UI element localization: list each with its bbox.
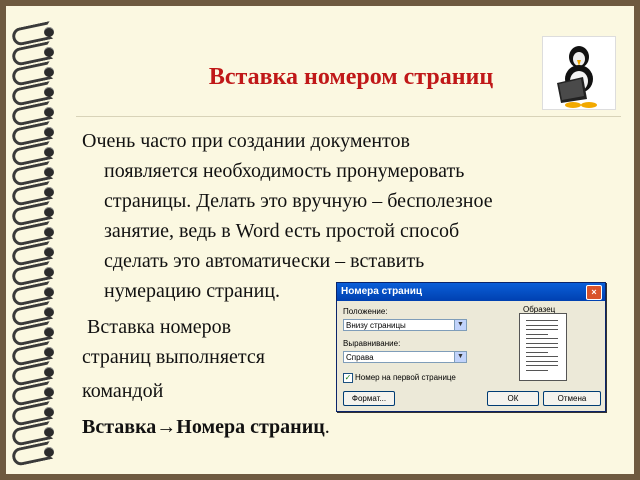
spiral-ring-icon — [8, 381, 60, 407]
paragraph-line: Очень часто при создании документов — [82, 130, 410, 152]
preview-line — [526, 329, 558, 330]
body-line: Вставка номеров — [82, 316, 232, 338]
preview-line — [526, 342, 558, 344]
spiral-ring-icon — [8, 21, 60, 47]
first-page-checkbox[interactable]: ✓ — [343, 373, 353, 383]
spiral-ring-icon — [8, 301, 60, 327]
intro-paragraph: Очень часто при создании документов появ… — [82, 126, 602, 306]
chevron-down-icon[interactable]: ▼ — [454, 320, 466, 330]
spiral-ring-icon — [8, 361, 60, 387]
spiral-ring-icon — [8, 221, 60, 247]
preview-line — [526, 351, 548, 353]
command-period: . — [324, 416, 330, 438]
spiral-ring-icon — [8, 121, 60, 147]
first-page-label: Номер на первой странице — [355, 373, 456, 382]
preview-line — [526, 320, 558, 321]
dialog-titlebar: Номера страниц × — [337, 283, 605, 301]
preview-line — [526, 324, 558, 326]
cancel-button[interactable]: Отмена — [543, 391, 601, 406]
spiral-ring-icon — [8, 421, 60, 447]
body-line: страниц выполняется — [82, 346, 265, 368]
paragraph-line: сделать это автоматически – вставить — [104, 250, 425, 272]
spiral-ring-icon — [8, 241, 60, 267]
penguin-laptop-icon — [542, 36, 616, 110]
spiral-ring-icon — [8, 441, 60, 467]
spiral-ring-icon — [8, 41, 60, 67]
position-value: Внизу страницы — [346, 321, 406, 330]
spiral-ring-icon — [8, 61, 60, 87]
format-button[interactable]: Формат... — [343, 391, 395, 406]
paragraph-line: занятие, ведь в Word есть простой способ — [104, 220, 460, 242]
paragraph-line: появляется необходимость пронумеровать — [104, 160, 465, 182]
body-line: командой — [82, 380, 164, 402]
spiral-binding — [8, 21, 60, 467]
spiral-ring-icon — [8, 181, 60, 207]
command-text: Вставка→Номера страниц — [82, 416, 325, 438]
spiral-ring-icon — [8, 81, 60, 107]
preview-line — [526, 360, 558, 362]
command-path: Вставка→Номера страниц. — [82, 412, 330, 442]
spiral-ring-icon — [8, 141, 60, 167]
preview-line — [526, 356, 558, 357]
preview-line — [526, 333, 548, 335]
title-divider — [76, 116, 621, 117]
spiral-ring-icon — [8, 261, 60, 287]
spiral-ring-icon — [8, 201, 60, 227]
position-select[interactable]: Внизу страницы ▼ — [343, 319, 467, 331]
alignment-select[interactable]: Справа ▼ — [343, 351, 467, 363]
alignment-value: Справа — [346, 353, 374, 362]
dialog-title: Номера страниц — [341, 286, 423, 297]
spiral-ring-icon — [8, 341, 60, 367]
position-label: Положение: — [343, 307, 388, 316]
chevron-down-icon[interactable]: ▼ — [454, 352, 466, 362]
ok-button[interactable]: ОК — [487, 391, 539, 406]
slide: Вставка номером страниц Очень часто при … — [6, 6, 634, 474]
alignment-label: Выравнивание: — [343, 339, 401, 348]
preview-line — [526, 369, 548, 371]
preview-page — [519, 313, 567, 381]
spiral-ring-icon — [8, 161, 60, 187]
preview-line — [526, 347, 558, 348]
slide-title: Вставка номером страниц — [208, 64, 494, 90]
spiral-ring-icon — [8, 401, 60, 427]
page-numbers-dialog: Номера страниц × Положение: Внизу страни… — [336, 282, 606, 412]
close-icon[interactable]: × — [586, 285, 602, 300]
spiral-ring-icon — [8, 321, 60, 347]
preview-line — [526, 338, 558, 339]
spiral-ring-icon — [8, 101, 60, 127]
spiral-ring-icon — [8, 281, 60, 307]
preview-line — [526, 365, 558, 366]
paragraph-line: страницы. Делать это вручную – бесполезн… — [104, 190, 493, 212]
